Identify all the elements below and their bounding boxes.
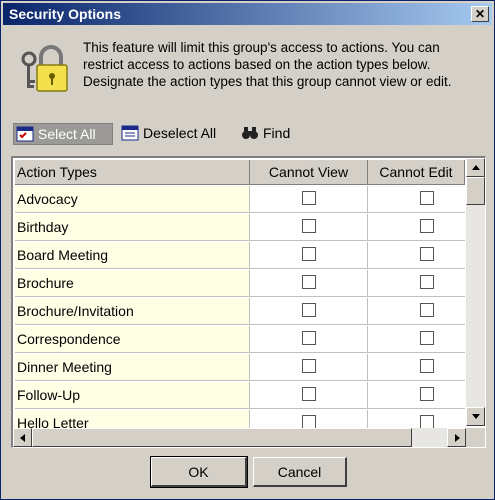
cannot-view-checkbox[interactable] [302,219,316,233]
cannot-view-checkbox[interactable] [302,331,316,345]
cannot-edit-cell [368,214,465,241]
dialog-title: Security Options [9,6,122,22]
find-label: Find [263,125,291,141]
cannot-edit-cell [368,354,465,381]
cannot-view-cell [250,382,368,409]
cannot-edit-checkbox[interactable] [420,415,434,429]
table-row[interactable]: Correspondence [15,326,465,354]
cannot-edit-checkbox[interactable] [420,247,434,261]
select-all-label: Select All [38,126,96,142]
title-bar: Security Options ✕ [3,3,492,25]
cannot-view-cell [250,270,368,297]
horizontal-scroll-thumb[interactable] [32,428,412,447]
cannot-edit-cell [368,326,465,353]
action-type-cell: Correspondence [15,326,250,353]
cannot-edit-cell [368,382,465,409]
cannot-view-checkbox[interactable] [302,415,316,429]
close-button[interactable]: ✕ [471,6,489,22]
column-header-action-types[interactable]: Action Types [15,160,250,185]
cannot-view-checkbox[interactable] [302,247,316,261]
table-row[interactable]: Follow-Up [15,382,465,410]
cannot-edit-cell [368,186,465,213]
table-row[interactable]: Brochure [15,270,465,298]
cannot-edit-checkbox[interactable] [420,219,434,233]
vertical-scroll-thumb[interactable] [466,177,485,205]
action-type-cell: Birthday [15,214,250,241]
deselect-all-icon [121,125,139,141]
vertical-scrollbar[interactable] [466,158,485,426]
table-row[interactable]: Birthday [15,214,465,242]
horizontal-scrollbar[interactable] [13,428,466,447]
deselect-all-label: Deselect All [143,125,217,141]
lock-keys-icon [21,45,68,92]
column-header-cannot-view[interactable]: Cannot View [250,160,368,185]
select-all-button[interactable]: Select All [13,123,113,145]
cannot-view-cell [250,298,368,325]
scroll-up-button[interactable] [466,158,485,177]
deselect-all-button[interactable]: Deselect All [119,123,216,143]
cannot-view-checkbox[interactable] [302,191,316,205]
cannot-view-cell [250,186,368,213]
scrollbar-corner [466,428,485,447]
scroll-right-button[interactable] [447,428,466,447]
cannot-view-checkbox[interactable] [302,275,316,289]
cannot-view-checkbox[interactable] [302,359,316,373]
scroll-down-button[interactable] [466,407,485,426]
cannot-edit-checkbox[interactable] [420,387,434,401]
cannot-edit-cell [368,298,465,325]
table-row[interactable]: Dinner Meeting [15,354,465,382]
table-row[interactable]: Brochure/Invitation [15,298,465,326]
select-all-icon [16,126,34,142]
cannot-edit-cell [368,270,465,297]
action-types-grid[interactable]: Action Types Cannot View Cannot Edit Adv… [11,156,486,448]
scroll-left-button[interactable] [13,428,32,447]
table-row[interactable]: Advocacy [15,186,465,214]
cannot-edit-checkbox[interactable] [420,331,434,345]
cannot-edit-checkbox[interactable] [420,359,434,373]
action-type-cell: Board Meeting [15,242,250,269]
ok-button[interactable]: OK [150,456,248,488]
cannot-view-cell [250,242,368,269]
cannot-edit-checkbox[interactable] [420,275,434,289]
security-options-dialog: Security Options ✕ This feature will lim… [0,0,495,500]
action-type-cell: Brochure/Invitation [15,298,250,325]
cannot-view-cell [250,214,368,241]
cannot-view-checkbox[interactable] [302,387,316,401]
description-text: This feature will limit this group's acc… [83,40,452,89]
cannot-view-cell [250,326,368,353]
find-button[interactable]: Find [239,123,290,143]
cancel-button[interactable]: Cancel [253,457,347,487]
column-header-cannot-edit[interactable]: Cannot Edit [368,160,465,185]
action-type-cell: Brochure [15,270,250,297]
binoculars-icon [242,127,258,139]
cannot-view-checkbox[interactable] [302,303,316,317]
action-type-cell: Advocacy [15,186,250,213]
table-row[interactable]: Board Meeting [15,242,465,270]
cannot-edit-checkbox[interactable] [420,191,434,205]
cannot-view-cell [250,354,368,381]
action-type-cell: Dinner Meeting [15,354,250,381]
cannot-edit-cell [368,242,465,269]
action-type-cell: Follow-Up [15,382,250,409]
toolbar: Select All Deselect All Find [9,120,485,146]
cannot-edit-checkbox[interactable] [420,303,434,317]
